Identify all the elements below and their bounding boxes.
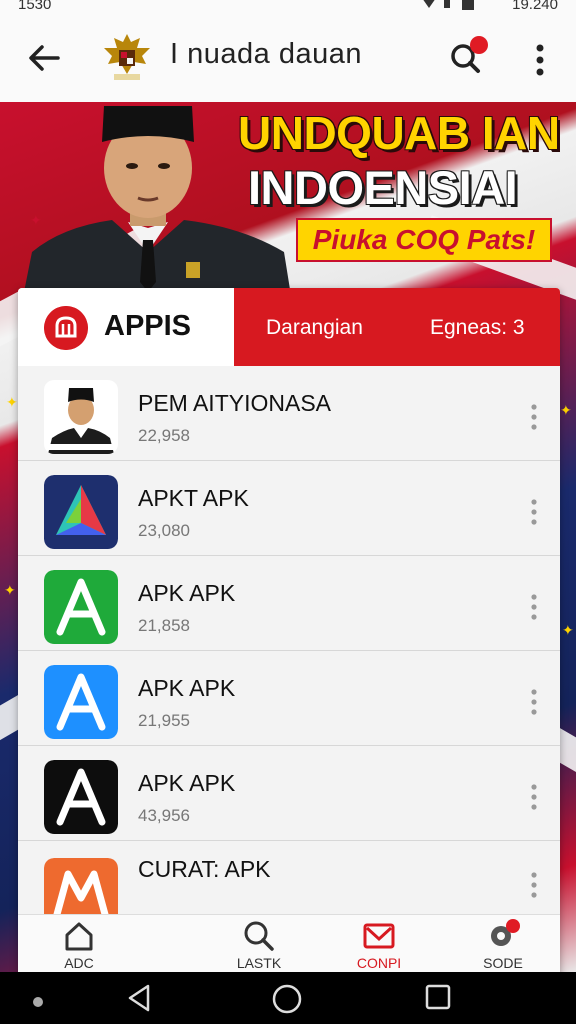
- status-time-left: 1530: [18, 0, 52, 13]
- list-item[interactable]: APKT APK 23,080: [18, 461, 560, 556]
- signal-battery-icon: [423, 0, 474, 10]
- status-time-right: 19.240: [512, 0, 558, 13]
- more-vert-icon[interactable]: [528, 40, 552, 80]
- app-name: CURAT: APK: [138, 856, 271, 882]
- overflow-menu-icon[interactable]: [526, 592, 542, 622]
- back-arrow-icon[interactable]: [24, 38, 64, 78]
- promo-badge[interactable]: Piuka COQ Pats!: [296, 218, 552, 262]
- app-name: APK APK: [138, 580, 236, 606]
- app-name: APK APK: [138, 770, 236, 796]
- app-download-count: 43,956: [138, 806, 190, 825]
- tab-apps[interactable]: APPIS: [18, 288, 234, 366]
- apps-logo-icon: [44, 306, 88, 350]
- overflow-menu-icon[interactable]: [526, 870, 542, 900]
- nav-label: LASTK: [236, 955, 282, 971]
- dot-icon: [33, 997, 43, 1007]
- system-navigation-bar: [0, 972, 576, 1024]
- tab-darangian[interactable]: Darangian: [266, 316, 363, 340]
- card-tabs-bar: Darangian Egneas: 3: [234, 288, 560, 366]
- overflow-menu-icon[interactable]: [526, 497, 542, 527]
- app-title: I nuada dauan: [170, 38, 362, 70]
- list-item[interactable]: APK APK 21,955: [18, 651, 560, 746]
- nav-item-conpi[interactable]: CONPI: [334, 915, 424, 973]
- app-name: PEM AITYIONASA: [138, 390, 331, 416]
- home-icon: [65, 922, 93, 951]
- nav-label: CONPI: [356, 955, 402, 971]
- colorful-triangle-icon: [44, 475, 118, 549]
- app-download-count: 21,955: [138, 711, 190, 730]
- app-download-count: 22,958: [138, 426, 190, 445]
- app-download-count: 23,080: [138, 521, 190, 540]
- app-download-count: 21,858: [138, 616, 190, 635]
- sparkle-icon: ✦: [562, 622, 574, 638]
- headline-secondary: INDOENSIAI: [248, 161, 518, 214]
- tab-apps-label: APPIS: [104, 310, 192, 342]
- mail-icon: [363, 923, 395, 949]
- apps-card: APPIS Darangian Egneas: 3 PEM AITYIONASA: [18, 288, 560, 972]
- notification-dot: [470, 36, 488, 54]
- nav-item-sode[interactable]: SODE: [458, 915, 548, 973]
- bottom-navigation: ADC LASTK CONPI SODE: [18, 914, 560, 972]
- sparkle-icon: ✦: [4, 582, 16, 598]
- card-header: APPIS Darangian Egneas: 3: [18, 288, 560, 366]
- sparkle-icon: ✦: [6, 394, 18, 410]
- settings-icon: [491, 919, 520, 946]
- garuda-emblem-icon: [104, 34, 150, 80]
- sparkle-icon: ✦: [560, 402, 572, 418]
- nav-item-adc[interactable]: ADC: [34, 915, 124, 973]
- list-item[interactable]: APK APK 21,858: [18, 556, 560, 651]
- person-portrait-icon: [44, 380, 118, 454]
- overflow-menu-icon[interactable]: [526, 687, 542, 717]
- app-name: APKT APK: [138, 485, 249, 511]
- home-circle-icon[interactable]: [270, 982, 304, 1016]
- status-bar: 1530 19.240: [0, 0, 576, 14]
- overflow-menu-icon[interactable]: [526, 402, 542, 432]
- app-bar: I nuada dauan: [0, 14, 576, 102]
- overflow-menu-icon[interactable]: [526, 782, 542, 812]
- green-a-icon: [44, 570, 118, 644]
- nav-label: ADC: [64, 955, 94, 971]
- nav-item-lastk[interactable]: LASTK: [214, 915, 304, 973]
- blue-a-icon: [44, 665, 118, 739]
- hero-banner: ✦ ✦ ✦ ✦ ✦ UNDQUAB IAN INDOENSIAI Piuka C…: [0, 102, 576, 972]
- app-name: APK APK: [138, 675, 236, 701]
- tab-egneas[interactable]: Egneas: 3: [430, 316, 525, 340]
- list-item[interactable]: PEM AITYIONASA 22,958: [18, 366, 560, 461]
- nav-label: SODE: [483, 955, 523, 971]
- recents-square-icon[interactable]: [424, 982, 452, 1012]
- back-triangle-icon[interactable]: [124, 982, 156, 1014]
- search-icon: [244, 921, 274, 951]
- list-item[interactable]: APK APK 43,956: [18, 746, 560, 841]
- black-a-icon: [44, 760, 118, 834]
- headline-primary: UNDQUAB IAN: [238, 107, 560, 159]
